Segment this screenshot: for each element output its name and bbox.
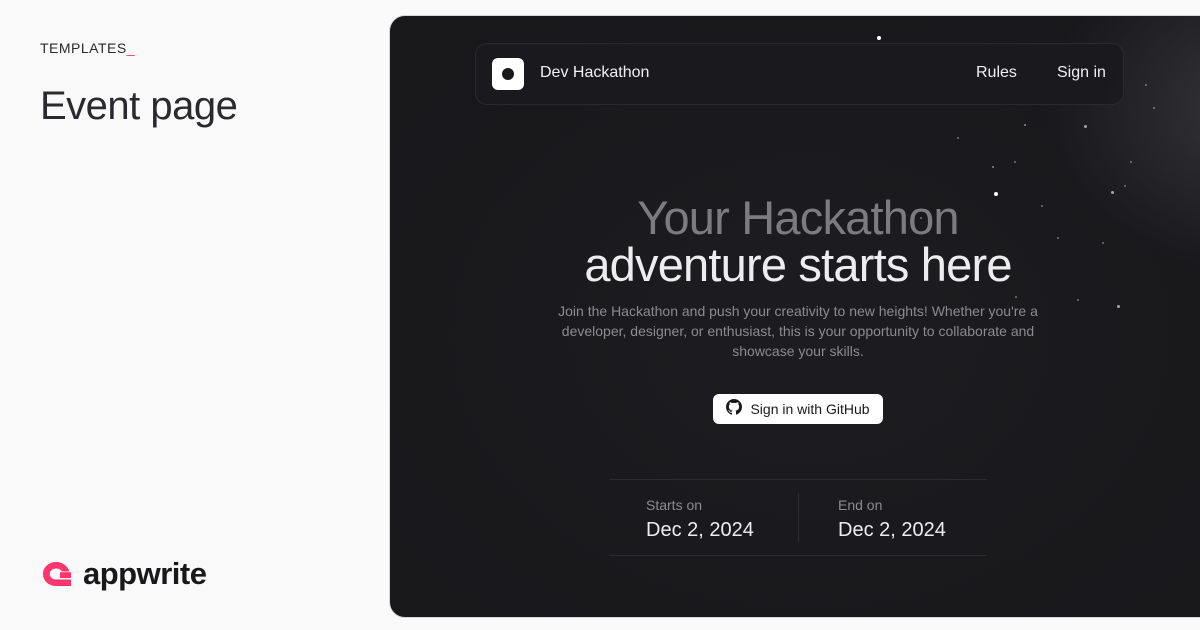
page-title: Event page: [40, 84, 238, 128]
kicker-cursor: _: [126, 40, 135, 56]
nav-brand-title[interactable]: Dev Hackathon: [540, 64, 649, 82]
template-card: TEMPLATES_ Event page appwrite Dev Hacka…: [0, 0, 1200, 630]
star: [1015, 296, 1017, 298]
appwrite-wordmark: appwrite: [83, 556, 207, 591]
appwrite-logo-icon: [40, 559, 73, 589]
star: [1130, 161, 1132, 163]
nav-link-rules[interactable]: Rules: [976, 64, 1017, 82]
star: [992, 166, 994, 168]
hero-subtitle: Join the Hackathon and push your creativ…: [558, 303, 1038, 359]
top-nav: Dev Hackathon Rules Sign in: [475, 43, 1124, 105]
star: [877, 36, 881, 40]
left-panel: TEMPLATES_ Event page appwrite: [0, 0, 380, 630]
dates-divider: [798, 493, 799, 542]
star: [1077, 299, 1079, 301]
sign-in-with-github-button[interactable]: Sign in with GitHub: [713, 394, 883, 424]
kicker-text: TEMPLATES: [40, 40, 127, 56]
event-page-preview: Dev Hackathon Rules Sign in Your Hackath…: [389, 15, 1200, 618]
star: [1014, 161, 1016, 163]
app-logo-icon[interactable]: [492, 58, 524, 90]
star: [1145, 84, 1147, 86]
star: [957, 137, 959, 139]
end-date-value: Dec 2, 2024: [838, 519, 946, 541]
end-date-label: End on: [838, 497, 883, 513]
github-icon: [726, 398, 743, 420]
appwrite-brand: appwrite: [40, 556, 207, 592]
hero-heading-line-2: adventure starts here: [584, 238, 1012, 291]
start-date-value: Dec 2, 2024: [646, 519, 754, 541]
star: [1153, 107, 1155, 109]
start-date-label: Starts on: [646, 497, 703, 513]
event-dates: Starts on Dec 2, 2024 End on Dec 2, 2024: [609, 479, 987, 556]
logo-dot: [502, 68, 514, 80]
templates-kicker: TEMPLATES_: [40, 40, 135, 56]
star: [1024, 124, 1026, 126]
star: [1084, 125, 1087, 128]
nav-link-sign-in[interactable]: Sign in: [1057, 64, 1106, 82]
github-button-label: Sign in with GitHub: [750, 401, 870, 417]
star: [1124, 185, 1126, 187]
star: [1117, 305, 1120, 308]
